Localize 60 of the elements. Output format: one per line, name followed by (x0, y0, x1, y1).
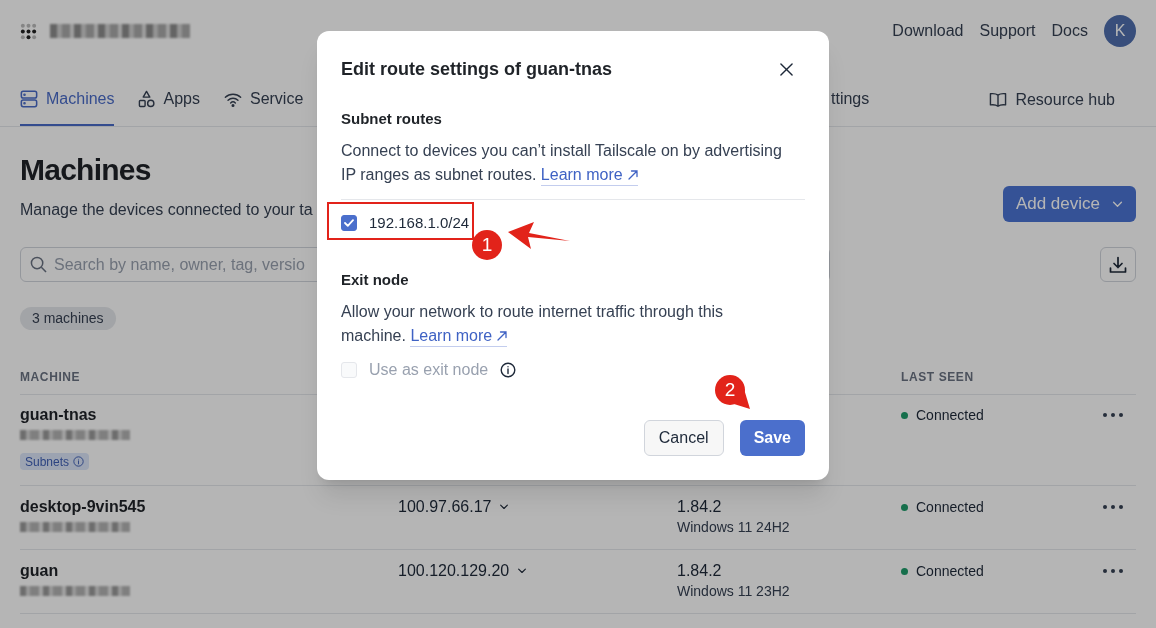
subnets-badge[interactable]: Subnets (20, 453, 90, 470)
chevron-down-icon (499, 504, 510, 510)
page-subtitle: Manage the devices connected to your ta (20, 200, 313, 220)
arrow-up-right-icon (497, 331, 508, 341)
chevron-down-icon (1112, 200, 1123, 208)
option-label: Use as exit node (369, 360, 489, 380)
ip-address[interactable]: 100.120.129.20 (398, 561, 528, 581)
version-text: 1.84.2 (677, 561, 722, 581)
resource-hub-link[interactable]: Resource hub (989, 74, 1115, 126)
learn-more-link[interactable]: Learn more (410, 326, 508, 347)
chevron-down-icon (517, 568, 528, 574)
download-button[interactable] (1100, 247, 1136, 282)
ip-address[interactable]: 100.97.66.17 (398, 497, 510, 517)
shapes-icon (138, 90, 156, 108)
info-icon (500, 362, 517, 378)
nav-tab[interactable]: ttings (831, 74, 870, 126)
section-description: Allow your network to route internet traffic through this machine. Learn more (341, 300, 761, 348)
section-heading: Subnet routes (341, 109, 443, 129)
checkbox[interactable] (341, 215, 357, 231)
dialog-title: Edit route settings of guan-tnas (341, 58, 612, 81)
os-text: Windows 11 24H2 (677, 518, 790, 537)
nav-tab[interactable]: Apps (138, 74, 200, 126)
wifi-icon (223, 91, 242, 107)
machine-name[interactable]: desktop-9vin545 (20, 497, 146, 517)
search-icon (30, 256, 47, 273)
dialog-button[interactable]: Save (739, 420, 805, 456)
header-link[interactable]: Download (892, 19, 964, 43)
header-link[interactable]: Docs (1051, 19, 1088, 43)
column-header: LAST SEEN (901, 369, 974, 385)
ellipsis-icon (1103, 505, 1123, 509)
ellipsis-icon (1103, 569, 1123, 573)
machine-name[interactable]: guan-tnas (20, 405, 97, 425)
check-icon (344, 219, 354, 227)
book-icon (989, 92, 1008, 108)
dialog-button[interactable]: Cancel (643, 420, 724, 456)
nav-tab[interactable]: Machines (20, 74, 115, 126)
column-header: MACHINE (20, 369, 81, 385)
arrow-up-right-icon (627, 170, 638, 180)
learn-more-link[interactable]: Learn more (540, 165, 638, 186)
status-text: Connected (916, 406, 984, 425)
status-text: Connected (916, 498, 984, 517)
add-device-button[interactable]: Add device (1002, 186, 1136, 222)
step-marker: 1 (472, 230, 502, 260)
machine-name[interactable]: guan (20, 561, 59, 581)
header-link[interactable]: Support (979, 19, 1036, 43)
os-text: Windows 11 23H2 (677, 582, 790, 601)
close-icon (779, 62, 793, 76)
nav-tab[interactable]: Service (223, 74, 304, 126)
status-text: Connected (916, 562, 984, 581)
version-text: 1.84.2 (677, 497, 722, 517)
server-icon (20, 90, 38, 108)
ellipsis-icon (1103, 413, 1123, 417)
section-description: Connect to devices you can’t install Tailscale on by advertising IP ranges as subnet routes. Learn more (341, 139, 791, 187)
section-heading: Exit node (341, 270, 410, 290)
download-icon (1109, 255, 1127, 274)
page-title: Machines (20, 152, 152, 188)
machine-count: 3 machines (20, 307, 116, 330)
info-icon (73, 456, 85, 467)
avatar[interactable]: K (1104, 15, 1136, 47)
route-label: 192.168.1.0/24 (369, 212, 470, 233)
